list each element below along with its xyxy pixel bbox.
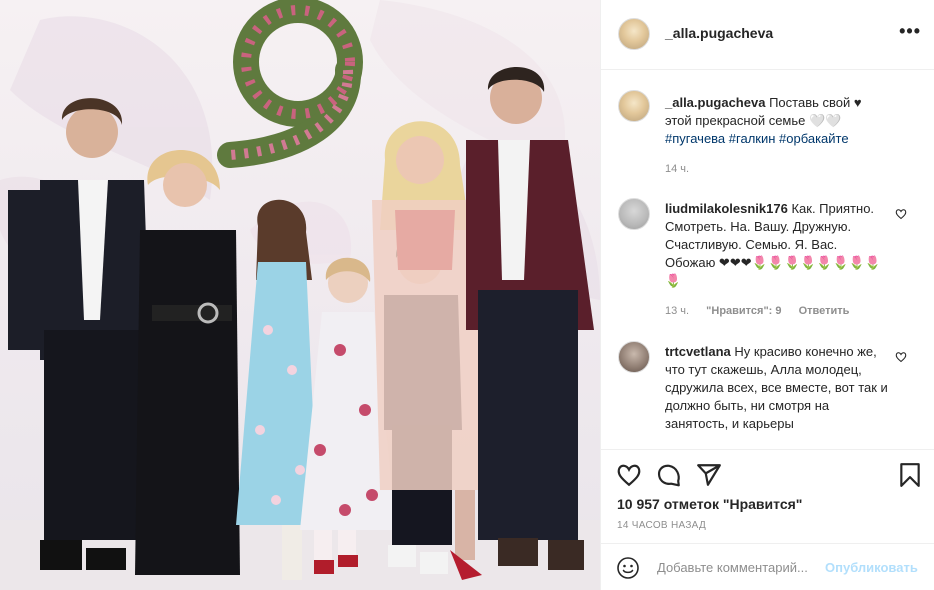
post-side-panel: _alla.pugacheva ••• _alla.pugacheva Пост… bbox=[600, 0, 934, 590]
share-paper-plane-icon[interactable] bbox=[696, 462, 722, 488]
emoji-smiley-icon[interactable] bbox=[616, 556, 640, 580]
comment-username[interactable]: trtcvetlana bbox=[665, 344, 731, 359]
comments-list[interactable]: _alla.pugacheva Поставь свой ♥ этой прек… bbox=[601, 71, 934, 449]
publish-button[interactable]: Опубликовать bbox=[825, 560, 918, 575]
comment-bubble-icon[interactable] bbox=[656, 462, 682, 488]
post-time-ago[interactable]: 14 ЧАСОВ НАЗАД bbox=[617, 520, 706, 531]
like-heart-icon[interactable] bbox=[616, 462, 642, 488]
comment-like-heart-icon[interactable] bbox=[895, 208, 907, 220]
comment-like-heart-icon[interactable] bbox=[895, 351, 907, 363]
caption-time: 14 ч. bbox=[665, 163, 690, 175]
caption-avatar[interactable] bbox=[618, 90, 650, 122]
commenter-avatar[interactable] bbox=[618, 198, 650, 230]
caption-meta: 14 ч. bbox=[665, 163, 703, 175]
comment-username[interactable]: liudmilakolesnik176 bbox=[665, 201, 788, 216]
save-bookmark-icon[interactable] bbox=[897, 462, 923, 488]
author-avatar[interactable] bbox=[618, 18, 650, 50]
floral-nine bbox=[217, 0, 363, 168]
comment-reply-link[interactable]: Ответить bbox=[799, 305, 850, 317]
comment-meta: 13 ч. "Нравится": 9 Ответить bbox=[665, 305, 863, 317]
comment-body: liudmilakolesnik176 Как. Приятно. Смотре… bbox=[665, 200, 891, 290]
post-photo[interactable] bbox=[0, 0, 600, 590]
comment-input[interactable]: Добавьте комментарий... bbox=[657, 560, 808, 575]
family-photo-illustration bbox=[0, 0, 600, 590]
commenter-avatar[interactable] bbox=[618, 341, 650, 373]
comment-body: trtcvetlana Ну красиво конечно же, что т… bbox=[665, 343, 891, 433]
caption-username[interactable]: _alla.pugacheva bbox=[665, 95, 765, 110]
comment-like-count[interactable]: "Нравится": 9 bbox=[706, 305, 781, 317]
post-actions: 10 957 отметок "Нравится" 14 ЧАСОВ НАЗАД… bbox=[601, 449, 934, 590]
add-comment-bar: Добавьте комментарий... Опубликовать bbox=[601, 543, 934, 590]
more-horizontal-icon[interactable]: ••• bbox=[899, 21, 921, 42]
caption-hashtags[interactable]: #пугачева #галкин #орбакайте bbox=[665, 131, 849, 146]
caption-body: _alla.pugacheva Поставь свой ♥ этой прек… bbox=[665, 94, 891, 148]
likes-count[interactable]: 10 957 отметок "Нравится" bbox=[617, 496, 802, 512]
author-username[interactable]: _alla.pugacheva bbox=[665, 25, 773, 41]
post-header: _alla.pugacheva ••• bbox=[601, 0, 934, 70]
comment-time: 13 ч. bbox=[665, 305, 690, 317]
